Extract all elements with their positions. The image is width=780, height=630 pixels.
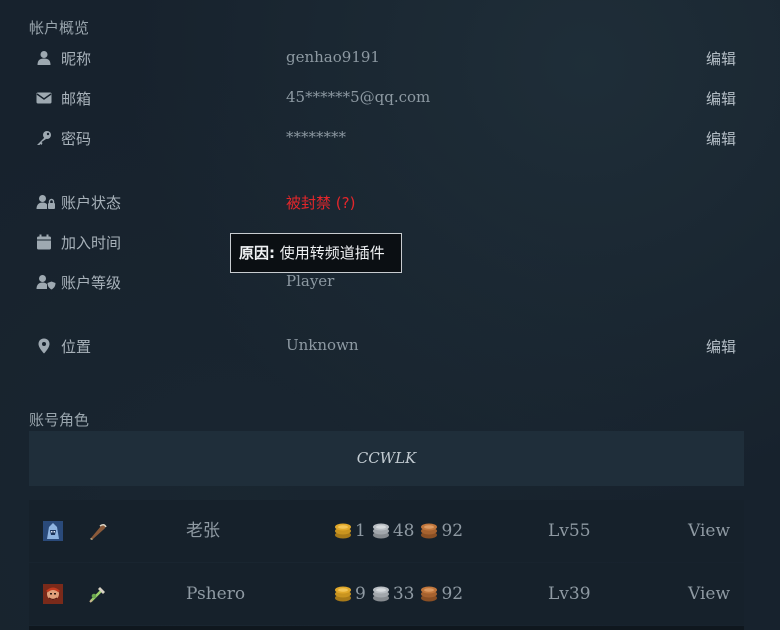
account-status-row: 账户状态 被封禁 (?)	[29, 189, 744, 217]
copper-amount: 92	[441, 584, 464, 604]
nickname-value: genhao9191	[286, 48, 380, 66]
character-level: Lv55	[548, 521, 591, 541]
race-icon	[43, 584, 63, 604]
account-level-value: Player	[286, 272, 335, 290]
copper-coin-icon	[420, 585, 438, 603]
silver-coin-icon	[372, 522, 390, 540]
account-level-row: 账户等级 Player	[29, 269, 744, 297]
account-overview-title: 帐户概览	[29, 19, 90, 37]
edit-password-button[interactable]: 编辑	[706, 128, 736, 149]
email-label: 邮箱	[61, 90, 92, 108]
nickname-label: 昵称	[61, 50, 92, 68]
character-row: Pshero 9 33 92 Lv39 View	[29, 563, 744, 625]
account-level-label: 账户等级	[61, 274, 122, 292]
view-character-button[interactable]: View	[688, 500, 730, 562]
edit-nickname-button[interactable]: 编辑	[706, 48, 736, 69]
map-pin-icon	[36, 338, 54, 356]
ban-reason-tooltip: 原因: 使用转频道插件	[230, 233, 402, 273]
email-row: 邮箱 45******5@qq.com 编辑	[29, 85, 744, 113]
edit-email-button[interactable]: 编辑	[706, 88, 736, 109]
copper-coin-icon	[420, 522, 438, 540]
view-character-button[interactable]: View	[688, 563, 730, 625]
class-icon	[88, 584, 108, 604]
account-status-label: 账户状态	[61, 194, 122, 212]
key-icon	[36, 130, 54, 148]
envelope-icon	[36, 90, 54, 108]
calendar-icon	[36, 234, 54, 252]
gold-coin-icon	[334, 585, 352, 603]
race-icon	[43, 521, 63, 541]
ban-reason-text: 使用转频道插件	[275, 244, 385, 262]
characters-title: 账号角色	[29, 411, 90, 429]
location-label: 位置	[61, 338, 92, 356]
gold-amount: 9	[355, 584, 366, 604]
nickname-row: 昵称 genhao9191 编辑	[29, 45, 744, 73]
ban-reason-prefix: 原因:	[239, 244, 275, 262]
password-label: 密码	[61, 130, 92, 148]
user-lock-icon	[36, 194, 55, 212]
edit-location-button[interactable]: 编辑	[706, 336, 736, 357]
class-icon	[88, 521, 108, 541]
character-row: 老张 1 48 92 Lv55 View	[29, 500, 744, 562]
character-name: Pshero	[186, 584, 246, 604]
realm-header: CCWLK	[29, 431, 744, 486]
location-row: 位置 Unknown 编辑	[29, 333, 744, 361]
character-level: Lv39	[548, 584, 591, 604]
character-name: 老张	[186, 521, 220, 541]
copper-amount: 92	[441, 521, 464, 541]
gold-amount: 1	[355, 521, 366, 541]
account-status-value[interactable]: 被封禁 (?)	[286, 192, 355, 213]
password-row: 密码 ******** 编辑	[29, 125, 744, 153]
join-time-label: 加入时间	[61, 234, 122, 252]
character-money: 1 48 92	[334, 500, 466, 562]
silver-amount: 48	[392, 521, 415, 541]
silver-coin-icon	[372, 585, 390, 603]
silver-amount: 33	[392, 584, 415, 604]
gold-coin-icon	[334, 522, 352, 540]
character-money: 9 33 92	[334, 563, 466, 625]
password-value: ********	[286, 128, 346, 146]
location-value: Unknown	[286, 336, 359, 354]
user-icon	[36, 50, 54, 68]
email-value: 45******5@qq.com	[286, 88, 431, 106]
user-shield-icon	[36, 274, 56, 292]
character-row-partial	[29, 626, 744, 630]
